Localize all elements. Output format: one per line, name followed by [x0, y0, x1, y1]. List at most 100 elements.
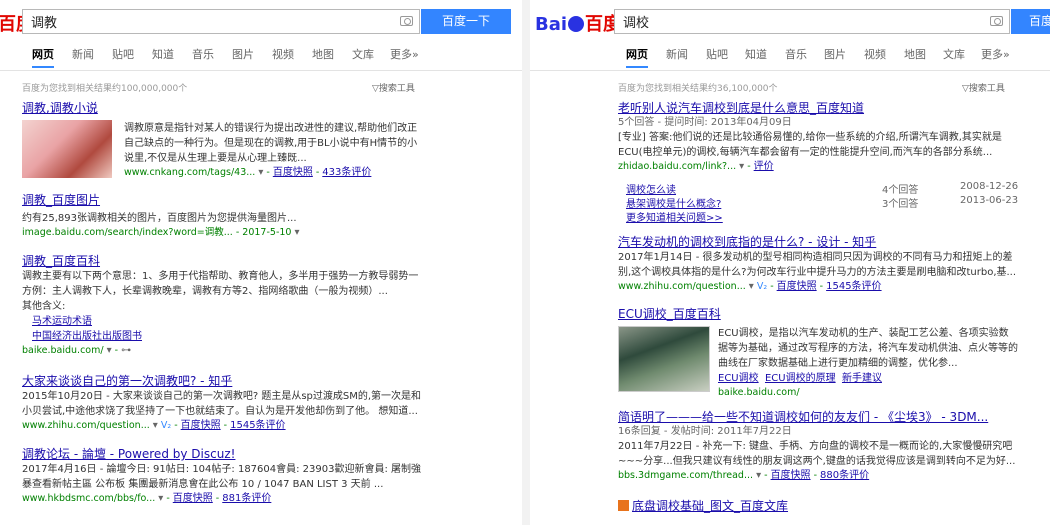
left-header: 百度 百度一下 [0, 0, 522, 42]
search-input-box[interactable] [614, 9, 1010, 34]
tab-divider [0, 70, 522, 71]
tab-video[interactable]: 视频 [864, 46, 886, 62]
baidu-logo[interactable]: Bai 百度 [535, 10, 621, 36]
result-url[interactable]: www.hkbdsmc.com/bbs/fo... [22, 493, 155, 504]
search-tools[interactable]: ▽搜索工具 [372, 81, 415, 94]
dropdown-icon[interactable]: ▾ [756, 470, 761, 481]
result-title[interactable]: 简语明了———给一些不知道调校如何的友友们 - 《尘埃3》 - 3DM... [618, 409, 1018, 425]
result-thumbnail[interactable] [22, 120, 112, 178]
dropdown-icon[interactable]: ▾ [107, 345, 112, 356]
search-tools[interactable]: ▽搜索工具 [962, 81, 1005, 94]
tab-wenku[interactable]: 文库 [352, 46, 374, 62]
result-thumbnail[interactable] [618, 326, 710, 392]
result-url[interactable]: www.zhihu.com/question... [22, 420, 150, 431]
sublink[interactable]: 马术运动术语 [32, 316, 92, 327]
review-link[interactable]: 881条评价 [222, 493, 271, 504]
result-title[interactable]: 调教论坛 - 論壇 - Powered by Discuz! [22, 446, 422, 462]
result-title[interactable]: 底盘调校基础_图文_百度文库 [632, 499, 788, 513]
result-url[interactable]: zhidao.baidu.com/link?... [618, 161, 736, 172]
result-title[interactable]: ECU调校_百度百科 [618, 306, 1018, 322]
result-abstract: [专业] 答案:他们说的还是比较通俗易懂的,给你一些系统的介绍,所谓汽车调教,其… [618, 132, 1002, 158]
search-input-box[interactable] [22, 9, 420, 34]
result-item: 老听别人说汽车调校到底是什么意思_百度知道 5个回答 - 提问时间: 2013年… [618, 100, 1018, 174]
review-link[interactable]: 880条评价 [820, 470, 869, 481]
more-questions-link[interactable]: 更多知道相关问题>> [626, 213, 723, 224]
camera-icon[interactable] [990, 16, 1003, 26]
result-abstract: 约有25,893张调教相关的图片，百度图片为您提供海量图片... [22, 213, 297, 224]
nav-tabs: 网页 新闻 贴吧 知道 音乐 图片 视频 地图 文库 更多» [530, 46, 1050, 68]
result-title[interactable]: 大家来谈谈自己的第一次调教吧? - 知乎 [22, 373, 422, 389]
sublink[interactable]: ECU调校 [718, 373, 759, 384]
review-link[interactable]: 1545条评价 [826, 281, 881, 292]
dropdown-icon[interactable]: ▾ [258, 167, 263, 178]
result-abstract: 2017年4月16日 - 論壇今日: 91帖日: 104帖子: 187604會員… [22, 464, 422, 490]
result-abstract: 调教原意是指针对某人的错误行为提出改进性的建议,帮助他们改正自己缺点的一种行为。… [124, 123, 418, 164]
tab-map[interactable]: 地图 [312, 46, 334, 62]
tab-music[interactable]: 音乐 [192, 46, 214, 62]
share-icon[interactable]: ⊶ [121, 345, 131, 356]
review-link[interactable]: 1545条评价 [230, 420, 285, 431]
tab-music[interactable]: 音乐 [785, 46, 807, 62]
result-title[interactable]: 调教_百度百科 [22, 253, 422, 269]
tab-web[interactable]: 网页 [32, 46, 54, 68]
tab-map[interactable]: 地图 [904, 46, 926, 62]
tab-zhidao[interactable]: 知道 [745, 46, 767, 62]
camera-icon[interactable] [400, 16, 413, 26]
dropdown-icon[interactable]: ▾ [153, 420, 158, 431]
result-title[interactable]: 老听别人说汽车调校到底是什么意思_百度知道 [618, 100, 1018, 116]
snapshot-link[interactable]: 百度快照 [181, 420, 221, 431]
dropdown-icon[interactable]: ▾ [295, 227, 300, 238]
snapshot-link[interactable]: 百度快照 [777, 281, 817, 292]
search-tools-label: 搜索工具 [968, 84, 1005, 94]
tab-video[interactable]: 视频 [272, 46, 294, 62]
result-title[interactable]: 调教_百度图片 [22, 192, 422, 208]
sublink[interactable]: ECU调校的原理 [765, 373, 836, 384]
result-item: 调教_百度百科 调教主要有以下两个意思：1、多用于代指帮助、教育他人，多半用于强… [22, 253, 422, 358]
search-button[interactable]: 百度 [1011, 9, 1050, 34]
tab-more[interactable]: 更多» [390, 46, 419, 62]
dropdown-icon[interactable]: ▾ [739, 161, 744, 172]
snapshot-link[interactable]: 百度快照 [173, 493, 213, 504]
result-abstract: 2015年10月20日 - 大家来谈谈自己的第一次调教吧? 题主是从sp过渡成S… [22, 391, 422, 417]
dropdown-icon[interactable]: ▾ [749, 281, 754, 292]
v2-badge-icon: V₂ [756, 281, 768, 292]
result-title[interactable]: 调教,调教小说 [22, 100, 417, 116]
result-title[interactable]: 汽车发动机的调校到底指的是什么? - 设计 - 知乎 [618, 234, 1018, 250]
review-link[interactable]: 433条评价 [322, 167, 371, 178]
result-url[interactable]: www.zhihu.com/question... [618, 281, 746, 292]
nav-tabs: 网页 新闻 贴吧 知道 音乐 图片 视频 地图 文库 更多» [0, 46, 522, 68]
result-abstract: 2017年1月14日 - 很多发动机的型号相同构造相同只因为调校的不同有马力和扭… [618, 252, 1017, 278]
tab-image[interactable]: 图片 [232, 46, 254, 62]
tab-more[interactable]: 更多» [981, 46, 1010, 62]
search-input[interactable] [615, 10, 1009, 33]
result-url[interactable]: www.cnkang.com/tags/43... [124, 167, 255, 178]
tab-tieba[interactable]: 贴吧 [706, 46, 728, 62]
tab-news[interactable]: 新闻 [666, 46, 688, 62]
right-header: Bai百度 百度 [530, 0, 1050, 42]
snapshot-link[interactable]: 百度快照 [771, 470, 811, 481]
search-button[interactable]: 百度一下 [421, 9, 511, 34]
result-item: 调教_百度图片 约有25,893张调教相关的图片，百度图片为您提供海量图片...… [22, 192, 422, 240]
result-item: 简语明了———给一些不知道调校如何的友友们 - 《尘埃3》 - 3DM... 1… [618, 409, 1018, 483]
result-body: 调教原意是指针对某人的错误行为提出改进性的建议,帮助他们改正自己缺点的一种行为。… [124, 123, 418, 178]
review-link[interactable]: 评价 [754, 161, 774, 172]
snapshot-link[interactable]: 百度快照 [273, 167, 313, 178]
result-item: 汽车发动机的调校到底指的是什么? - 设计 - 知乎 2017年1月14日 - … [618, 234, 1018, 292]
tab-zhidao[interactable]: 知道 [152, 46, 174, 62]
search-input[interactable] [23, 10, 419, 33]
sublink[interactable]: 中国经济出版社出版图书 [32, 331, 142, 342]
tab-tieba[interactable]: 贴吧 [112, 46, 134, 62]
v2-badge-icon: V₂ [160, 420, 172, 431]
result-url[interactable]: baike.baidu.com/ [718, 386, 1018, 400]
result-url[interactable]: image.baidu.com/search/index?word=调教... [22, 227, 233, 238]
tab-web[interactable]: 网页 [626, 46, 648, 68]
dropdown-icon[interactable]: ▾ [158, 493, 163, 504]
result-url[interactable]: baike.baidu.com/ [22, 345, 104, 356]
sublink[interactable]: 新手建议 [842, 373, 882, 384]
tab-image[interactable]: 图片 [824, 46, 846, 62]
tab-news[interactable]: 新闻 [72, 46, 94, 62]
result-body: ECU调校，是指以汽车发动机的生产、装配工艺公差、各项实验数据等为基础，通过改写… [718, 326, 1018, 400]
tab-wenku[interactable]: 文库 [943, 46, 965, 62]
result-url[interactable]: bbs.3dmgame.com/thread... [618, 470, 753, 481]
document-icon [618, 500, 629, 511]
